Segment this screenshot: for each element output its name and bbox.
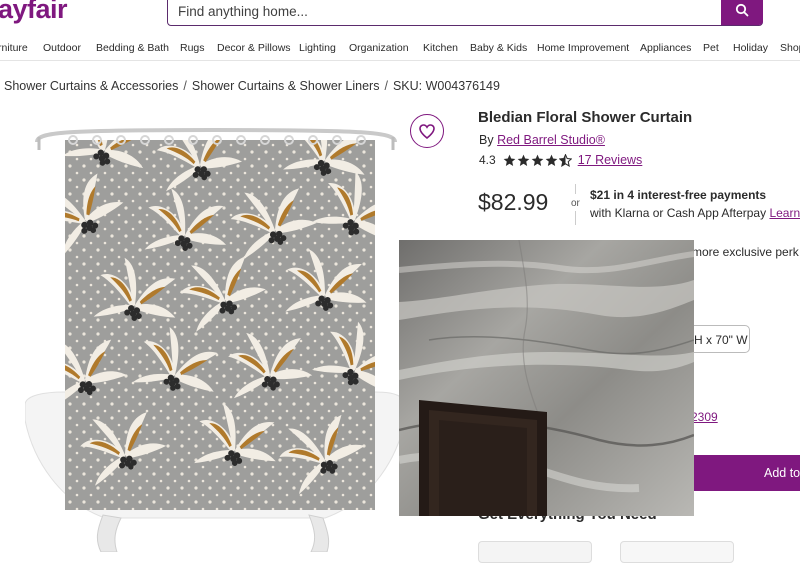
- nav-item-rugs[interactable]: Rugs: [180, 42, 205, 54]
- breadcrumb-sku: SKU: W004376149: [392, 79, 500, 93]
- star-icon: [517, 154, 530, 166]
- by-label: By: [479, 133, 494, 147]
- brand-line: By Red Barrel Studio®: [479, 133, 605, 147]
- divider: [575, 184, 576, 194]
- star-icon: [545, 154, 558, 166]
- related-product-card[interactable]: [620, 541, 734, 563]
- search-button[interactable]: [721, 0, 763, 25]
- breadcrumb-item[interactable]: Shower Curtains & Accessories: [4, 79, 178, 93]
- perks-text: more exclusive perk: [692, 245, 799, 259]
- breadcrumb-separator: /: [183, 79, 187, 93]
- reviews-link[interactable]: 17 Reviews: [578, 153, 643, 167]
- learn-more-link[interactable]: Learn: [769, 206, 800, 220]
- breadcrumb-separator: /: [384, 79, 388, 93]
- size-option-label: H x 70" W: [694, 333, 748, 347]
- rating-stars[interactable]: [503, 153, 572, 167]
- nav-item-kitchen[interactable]: Kitchen: [423, 42, 458, 54]
- or-label: or: [571, 198, 580, 209]
- search-input[interactable]: Find anything home...: [178, 4, 308, 19]
- brand-link[interactable]: Red Barrel Studio®: [497, 133, 605, 147]
- installments-info: $21 in 4 interest-free payments with Kla…: [590, 186, 800, 222]
- nav-item-organization[interactable]: Organization: [349, 42, 409, 54]
- heart-icon: [419, 123, 435, 139]
- nav-item-shop[interactable]: Shop: [780, 42, 800, 54]
- nav-item-decor-pillows[interactable]: Decor & Pillows: [217, 42, 291, 54]
- rating-value: 4.3: [479, 153, 496, 167]
- installments-text: with Klarna or Cash App Afterpay: [590, 206, 767, 220]
- nav-item-outdoor[interactable]: Outdoor: [43, 42, 81, 54]
- nav-item-baby-kids[interactable]: Baby & Kids: [470, 42, 527, 54]
- product-link[interactable]: 2309: [691, 410, 718, 424]
- rating-row: 4.3 17 Reviews: [479, 153, 642, 167]
- product-image[interactable]: [24, 120, 406, 553]
- nav-item-holiday[interactable]: Holiday: [733, 42, 768, 54]
- star-icon: [503, 154, 516, 166]
- breadcrumb: Shower Curtains & Accessories / Shower Cur…: [4, 79, 500, 93]
- related-product-card[interactable]: [478, 541, 592, 563]
- breadcrumb-item[interactable]: Shower Curtains & Shower Liners: [192, 79, 380, 93]
- divider: [575, 211, 576, 225]
- star-half-icon: [558, 153, 572, 167]
- search-icon: [735, 3, 749, 16]
- nav-item-bedding-bath[interactable]: Bedding & Bath: [96, 42, 169, 54]
- wishlist-button[interactable]: [410, 114, 444, 148]
- overlay-photo: [399, 240, 694, 516]
- nav-item-home-improvement[interactable]: Home Improvement: [537, 42, 629, 54]
- installments-bold: $21 in 4 interest-free payments: [590, 188, 767, 202]
- price: $82.99: [478, 189, 549, 215]
- add-to-cart-label: Add to: [764, 466, 800, 480]
- star-icon: [531, 154, 544, 166]
- nav-item-appliances[interactable]: Appliances: [640, 42, 691, 54]
- nav-item-furniture[interactable]: rniture: [0, 42, 28, 54]
- category-nav: rniture Outdoor Bedding & Bath Rugs Deco…: [0, 36, 800, 61]
- search-bar[interactable]: Find anything home...: [167, 0, 763, 26]
- wayfair-logo[interactable]: ayfair: [0, 0, 68, 25]
- nav-item-pet[interactable]: Pet: [703, 42, 719, 54]
- product-title: Bledian Floral Shower Curtain: [478, 109, 693, 126]
- nav-item-lighting[interactable]: Lighting: [299, 42, 336, 54]
